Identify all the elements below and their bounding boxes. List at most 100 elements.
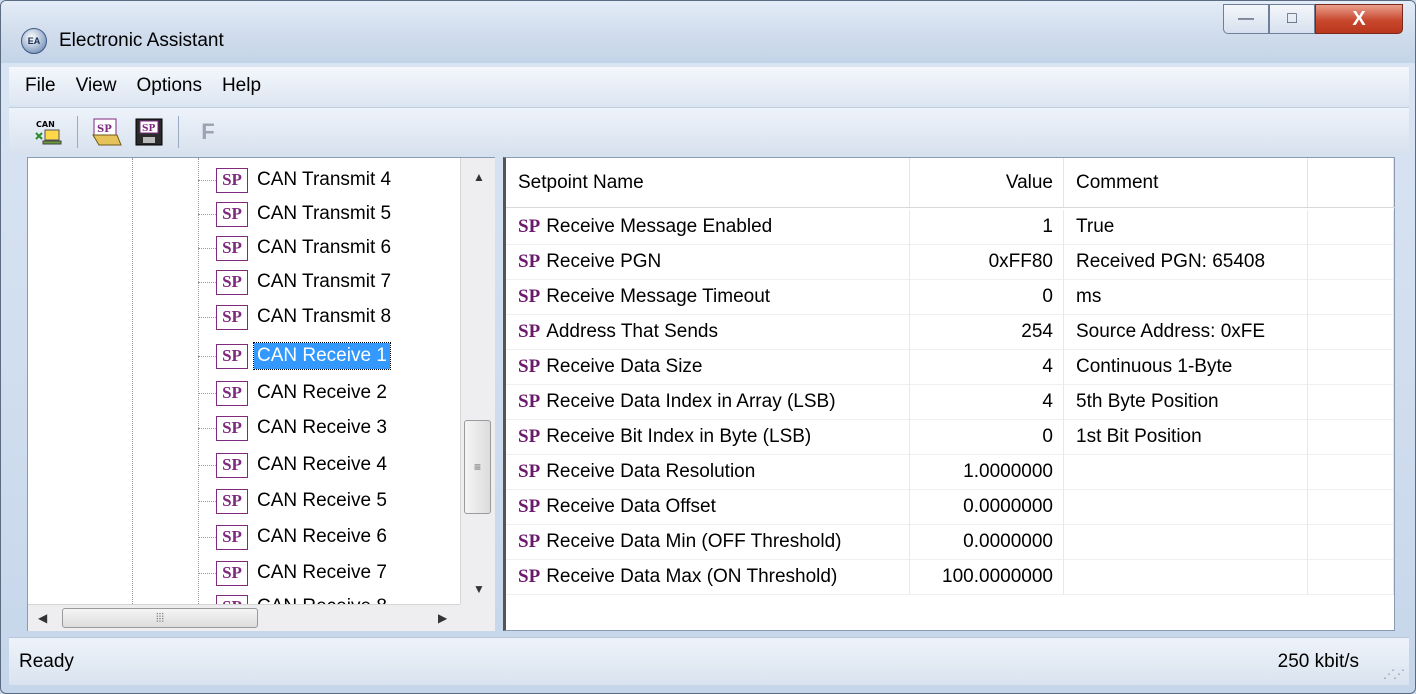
table-row[interactable]: SP Receive PGN 0xFF80 Received PGN: 65408 — [506, 245, 1395, 280]
table-row[interactable]: SP Receive Data Max (ON Threshold) 100.000… — [506, 560, 1395, 595]
can-connect-button[interactable]: CAN — [31, 115, 65, 149]
value-cell[interactable]: 4 — [910, 385, 1064, 420]
tree-item-can-receive-2[interactable]: SP CAN Receive 2 — [198, 376, 390, 410]
tree-connector — [198, 213, 216, 215]
setpoint-icon: SP — [216, 594, 248, 604]
table-row[interactable]: SP Receive Data Resolution 1.0000000 — [506, 455, 1395, 490]
scroll-right-icon[interactable]: ▶ — [438, 611, 447, 625]
tree-connector — [198, 427, 216, 429]
value-cell[interactable]: 0.0000000 — [910, 525, 1064, 560]
scroll-down-icon[interactable]: ▼ — [473, 582, 485, 596]
tree-connector — [198, 355, 216, 357]
save-setpoint-button[interactable]: SP — [132, 115, 166, 149]
tree-vertical-scrollbar[interactable]: ▲ ≡ ▼ — [460, 158, 495, 604]
table-row[interactable]: SP Receive Message Enabled 1 True — [506, 210, 1395, 245]
table-row[interactable]: SP Address That Sends 254 Source Address: 0… — [506, 315, 1395, 350]
value-cell[interactable]: 4 — [910, 350, 1064, 385]
setpoint-name-cell: SP Receive Data Max (ON Threshold) — [506, 560, 910, 595]
column-header-value[interactable]: Value — [910, 158, 1064, 207]
setpoint-tag: SP — [518, 565, 541, 587]
value-cell[interactable]: 0.0000000 — [910, 490, 1064, 525]
comment-cell: Source Address: 0xFE — [1064, 315, 1308, 350]
value-cell[interactable]: 0 — [910, 420, 1064, 455]
tree-item-can-receive-1[interactable]: SP CAN Receive 1 — [198, 339, 391, 373]
tree-item-can-transmit-8[interactable]: SP CAN Transmit 8 — [198, 300, 394, 334]
f-button[interactable]: F — [191, 115, 225, 149]
table-row[interactable]: SP Receive Data Size 4 Continuous 1-Byte — [506, 350, 1395, 385]
close-icon: X — [1352, 7, 1366, 30]
empty-cell — [1308, 385, 1394, 420]
tree-connector — [198, 500, 216, 502]
tree-horizontal-scrollbar[interactable]: ◀ ⦙⦙⦙ ▶ — [28, 604, 460, 631]
setpoint-tag: SP — [518, 285, 541, 307]
value-cell[interactable]: 254 — [910, 315, 1064, 350]
value-cell[interactable]: 0xFF80 — [910, 245, 1064, 280]
column-header-comment[interactable]: Comment — [1064, 158, 1308, 207]
tree-item-can-receive-4[interactable]: SP CAN Receive 4 — [198, 448, 390, 482]
menu-file[interactable]: File — [15, 75, 66, 97]
value-cell[interactable]: 100.0000000 — [910, 560, 1064, 595]
open-setpoint-button[interactable]: SP — [90, 115, 124, 149]
setpoint-tag: SP — [518, 215, 541, 237]
title-bar[interactable]: EA Electronic Assistant — □ X — [1, 1, 1415, 63]
horizontal-scroll-thumb[interactable]: ⦙⦙⦙ — [62, 608, 258, 628]
menu-help[interactable]: Help — [212, 75, 271, 97]
setpoint-name: Receive Data Min (OFF Threshold) — [546, 530, 842, 552]
tree-item-can-receive-6[interactable]: SP CAN Receive 6 — [198, 520, 390, 554]
resize-grip-icon[interactable]: ⋰⋰ — [1383, 667, 1405, 681]
close-button[interactable]: X — [1315, 4, 1403, 34]
status-text: Ready — [19, 651, 74, 672]
save-setpoint-icon: SP — [135, 118, 163, 145]
setpoint-name: Receive Bit Index in Byte (LSB) — [546, 425, 812, 447]
table-row[interactable]: SP Receive Data Offset 0.0000000 — [506, 490, 1395, 525]
setpoint-icon: SP — [216, 560, 248, 586]
tree-item-can-transmit-4[interactable]: SP CAN Transmit 4 — [198, 163, 394, 197]
maximize-button[interactable]: □ — [1269, 4, 1315, 34]
menu-options[interactable]: Options — [126, 75, 211, 97]
comment-cell — [1064, 455, 1308, 490]
setpoint-name-cell: SP Receive Message Timeout — [506, 280, 910, 315]
value-cell[interactable]: 1.0000000 — [910, 455, 1064, 490]
menu-view[interactable]: View — [66, 75, 127, 97]
table-row[interactable]: SP Receive Message Timeout 0 ms — [506, 280, 1395, 315]
column-header-empty[interactable] — [1308, 158, 1394, 207]
empty-cell — [1308, 245, 1394, 280]
comment-cell — [1064, 525, 1308, 560]
scroll-up-icon[interactable]: ▲ — [473, 170, 485, 184]
setpoint-icon: SP — [216, 304, 248, 330]
comment-cell: ms — [1064, 280, 1308, 315]
empty-cell — [1308, 280, 1394, 315]
table-row[interactable]: SP Receive Data Index in Array (LSB) 4 5th … — [506, 385, 1395, 420]
comment-cell — [1064, 490, 1308, 525]
setpoint-icon: SP — [216, 167, 248, 193]
value-cell[interactable]: 1 — [910, 210, 1064, 245]
tree-view[interactable]: SP CAN Transmit 4 SP CAN Transmit 5 SP C… — [28, 158, 460, 604]
setpoint-tag: SP — [518, 425, 541, 447]
tree-item-can-receive-3[interactable]: SP CAN Receive 3 — [198, 411, 390, 445]
tree-item-can-transmit-6[interactable]: SP CAN Transmit 6 — [198, 231, 394, 265]
comment-cell: True — [1064, 210, 1308, 245]
table-row[interactable]: SP Receive Data Min (OFF Threshold) 0.0000… — [506, 525, 1395, 560]
comment-cell — [1064, 560, 1308, 595]
value-cell[interactable]: 0 — [910, 280, 1064, 315]
column-header-setpoint-name[interactable]: Setpoint Name — [506, 158, 910, 207]
tree-item-label: CAN Receive 1 — [253, 342, 391, 370]
setpoint-icon: SP — [216, 269, 248, 295]
scroll-left-icon[interactable]: ◀ — [38, 611, 47, 625]
tree-item-can-receive-7[interactable]: SP CAN Receive 7 — [198, 556, 390, 590]
tree-connector — [198, 179, 216, 181]
svg-text:SP: SP — [142, 124, 155, 134]
setpoint-tag: SP — [518, 250, 541, 272]
app-logo-icon[interactable]: EA — [21, 28, 47, 54]
empty-cell — [1308, 315, 1394, 350]
vertical-scroll-thumb[interactable]: ≡ — [464, 420, 491, 514]
table-row[interactable]: SP Receive Bit Index in Byte (LSB) 0 1st Bi… — [506, 420, 1395, 455]
setpoint-name-cell: SP Receive Message Enabled — [506, 210, 910, 245]
tree-item-can-transmit-5[interactable]: SP CAN Transmit 5 — [198, 197, 394, 231]
tree-item-can-receive-5[interactable]: SP CAN Receive 5 — [198, 484, 390, 518]
minimize-button[interactable]: — — [1223, 4, 1269, 34]
comment-cell: Received PGN: 65408 — [1064, 245, 1308, 280]
tree-connector — [198, 281, 216, 283]
tree-item-can-transmit-7[interactable]: SP CAN Transmit 7 — [198, 265, 394, 299]
tree-item-can-receive-8[interactable]: SP CAN Receive 8 — [198, 590, 390, 604]
